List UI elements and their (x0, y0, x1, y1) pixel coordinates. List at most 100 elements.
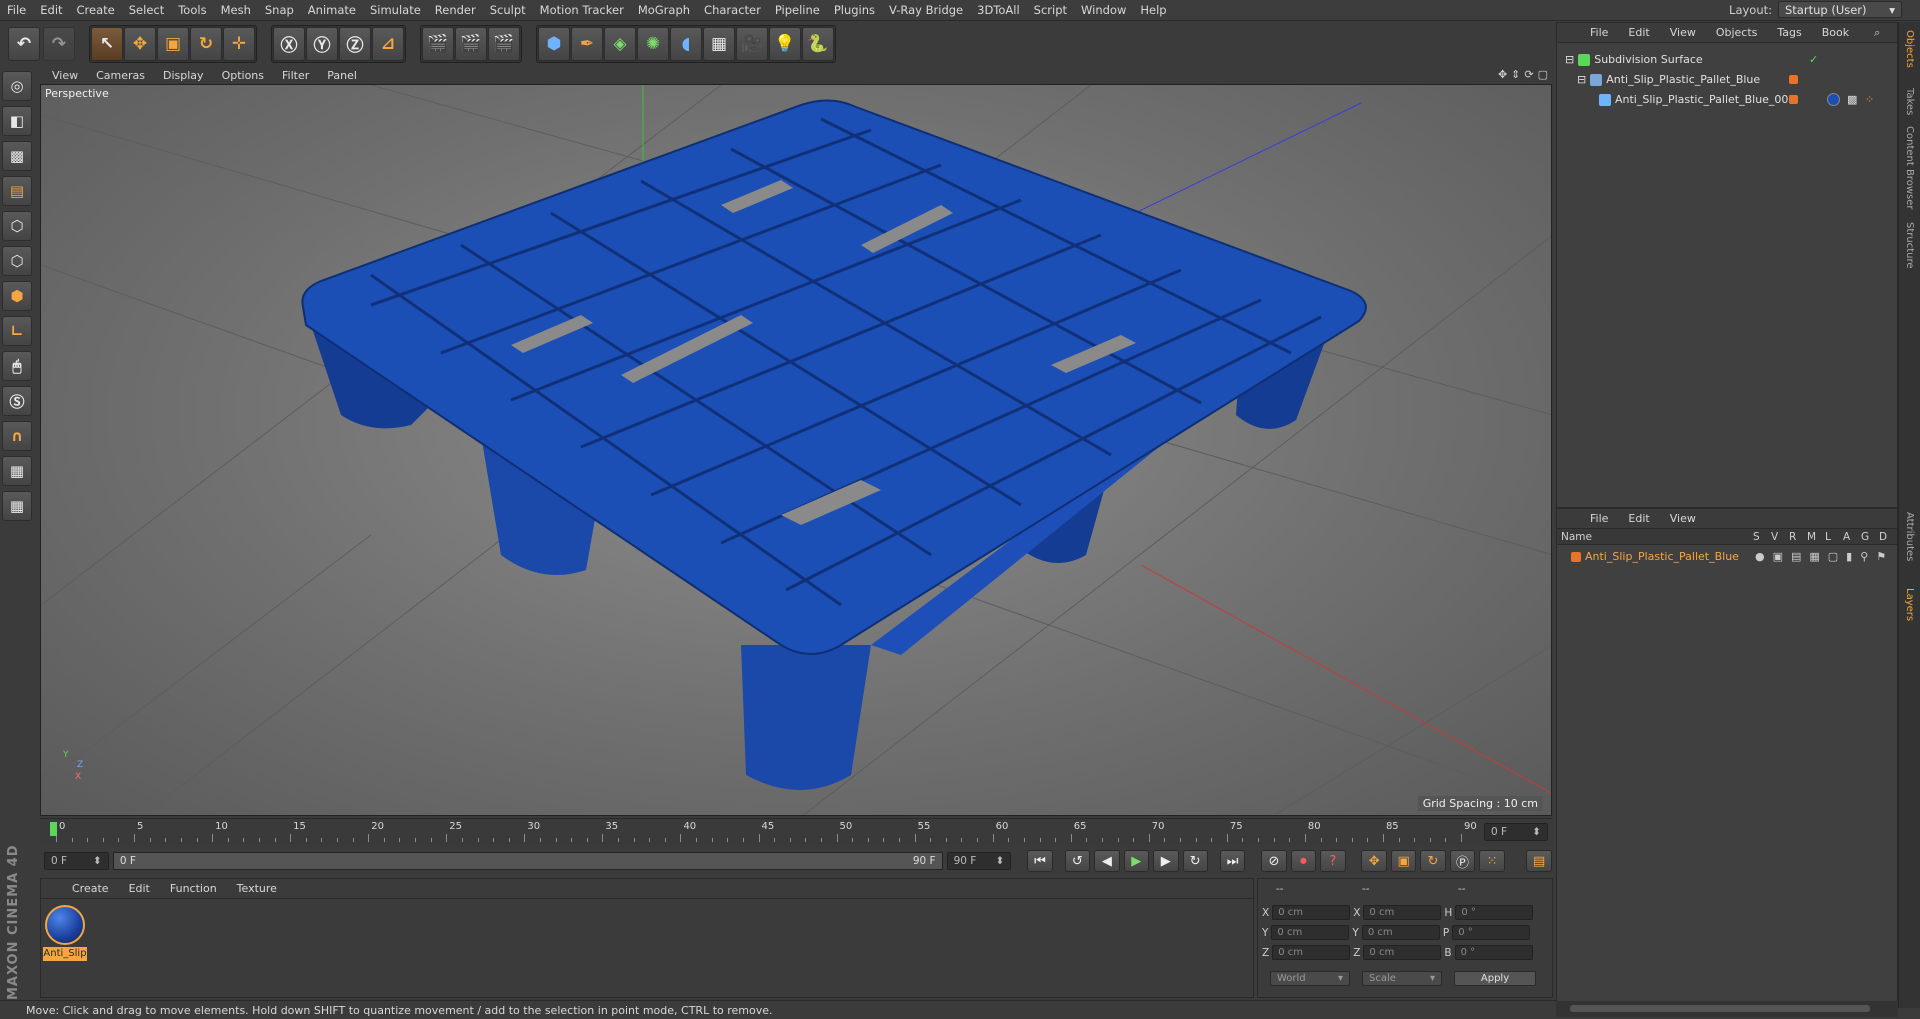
object-menu-book[interactable]: Book (1813, 26, 1858, 39)
layer-color-dot[interactable] (1789, 95, 1798, 104)
live-selection-button[interactable]: ↖ (91, 26, 123, 61)
points-mode-button[interactable]: ⬡ (2, 211, 32, 241)
previous-frame-button[interactable]: ◀ (1094, 850, 1120, 872)
object-menu-file[interactable]: File (1581, 26, 1617, 39)
side-tab-takes[interactable]: Takes (1904, 88, 1915, 115)
motion-path-button[interactable]: ⊘ (1261, 850, 1287, 872)
floor-button[interactable]: ▦ (703, 26, 735, 61)
make-editable-button[interactable]: ◎ (2, 71, 32, 101)
rotation-h-field[interactable]: 0 ° (1455, 905, 1534, 920)
menu-motion-tracker[interactable]: Motion Tracker (533, 3, 631, 17)
timeline[interactable]: 0 5 10 15 20 25 30 35 40 45 50 55 60 65 70 75 80 85 90 0 F… (40, 818, 1552, 846)
position-y-field[interactable]: 0 cm (1271, 925, 1350, 940)
cloner-button[interactable]: ✺ (637, 26, 669, 61)
texture-mode-button[interactable]: ▩ (2, 141, 32, 171)
material-preview[interactable] (45, 905, 85, 945)
rotate-tool-button[interactable]: ↻ (190, 26, 222, 61)
menu-vray-bridge[interactable]: V-Ray Bridge (882, 3, 970, 17)
zoom-icon[interactable]: ⇕ (1511, 68, 1520, 81)
pen-button[interactable]: ✒ (571, 26, 603, 61)
lock-workplane-button[interactable]: ▦ (2, 456, 32, 486)
viewport-perspective[interactable]: Perspective Y Z X Grid Spacing : 10 cm (40, 84, 1552, 816)
next-key-button[interactable]: ↻ (1182, 850, 1208, 872)
axis-mode-button[interactable]: ∟ (2, 316, 32, 346)
go-to-start-button[interactable]: ⏮ (1027, 850, 1053, 872)
menu-edit[interactable]: Edit (33, 3, 69, 17)
move-tool-button[interactable]: ✥ (124, 26, 156, 61)
undo-button[interactable]: ↶ (8, 26, 40, 61)
material-menu-edit[interactable]: Edit (120, 882, 159, 895)
menu-character[interactable]: Character (697, 3, 768, 17)
object-row-pallet[interactable]: ⊟ Anti_Slip_Plastic_Pallet_Blue (1557, 70, 1897, 89)
material-tag-icon[interactable] (1827, 93, 1840, 106)
menu-create[interactable]: Create (70, 3, 122, 17)
go-to-end-button[interactable]: ⏭ (1219, 850, 1246, 872)
timeline-playhead[interactable] (50, 822, 57, 836)
redo-button[interactable]: ↷ (43, 26, 75, 61)
render-view-button[interactable]: 🎬 (422, 26, 454, 61)
menu-window[interactable]: Window (1074, 3, 1133, 17)
menu-simulate[interactable]: Simulate (363, 3, 428, 17)
deformer-button[interactable]: ◖ (670, 26, 702, 61)
side-tab-layers[interactable]: Layers (1904, 588, 1915, 621)
planar-workplane-button[interactable]: ▦ (2, 491, 32, 521)
menu-file[interactable]: File (0, 3, 33, 17)
next-frame-button[interactable]: ▶ (1153, 850, 1179, 872)
frame-range-slider[interactable]: 0 F 90 F (112, 852, 943, 870)
object-menu-tags[interactable]: Tags (1768, 26, 1810, 39)
viewport-menu-filter[interactable]: Filter (274, 69, 317, 82)
key-scale-button[interactable]: ▣ (1390, 850, 1417, 872)
position-z-field[interactable]: 0 cm (1272, 945, 1351, 960)
snap-button[interactable]: Ⓢ (2, 386, 32, 416)
object-menu-objects[interactable]: Objects (1707, 26, 1767, 39)
pan-icon[interactable]: ✥ (1498, 68, 1507, 81)
size-y-field[interactable]: 0 cm (1361, 925, 1440, 940)
horizontal-scrollbar[interactable] (1556, 1001, 1898, 1017)
key-rotation-button[interactable]: ↻ (1420, 850, 1446, 872)
material-name[interactable]: Anti_Slip (43, 947, 87, 961)
uvw-tag-icon[interactable]: ▩ (1847, 93, 1857, 106)
rotation-p-field[interactable]: 0 ° (1452, 925, 1531, 940)
play-button[interactable]: ▶ (1123, 850, 1150, 872)
layer-color-swatch[interactable] (1571, 551, 1581, 562)
coord-mode-select[interactable]: World ▾ (1270, 971, 1350, 986)
menu-render[interactable]: Render (428, 3, 483, 17)
viewport-menu-display[interactable]: Display (155, 69, 212, 82)
menu-plugins[interactable]: Plugins (827, 3, 882, 17)
material-menu-texture[interactable]: Texture (228, 882, 286, 895)
collapse-icon[interactable]: ⊟ (1565, 53, 1574, 66)
enabled-check-icon[interactable]: ✓ (1809, 53, 1818, 66)
model-mode-button[interactable]: ◧ (2, 106, 32, 136)
end-frame-field[interactable]: 90 F ⬍ (946, 852, 1012, 870)
rotation-b-field[interactable]: 0 ° (1454, 945, 1533, 960)
size-x-field[interactable]: 0 cm (1363, 905, 1442, 920)
render-picture-viewer-button[interactable]: 🎬 (455, 26, 487, 61)
coord-type-select[interactable]: Scale ▾ (1362, 971, 1442, 986)
subdivision-button[interactable]: ◈ (604, 26, 636, 61)
previous-key-button[interactable]: ↺ (1064, 850, 1091, 872)
magnet-button[interactable]: ∩ (2, 421, 32, 451)
menu-snap[interactable]: Snap (258, 3, 301, 17)
side-tab-structure[interactable]: Structure (1904, 222, 1915, 269)
camera-button[interactable]: 🎥 (736, 26, 768, 61)
autokey-button[interactable]: ? (1320, 850, 1346, 872)
key-pla-button[interactable]: ⁙ (1479, 850, 1505, 872)
material-menu-create[interactable]: Create (63, 882, 118, 895)
x-axis-button[interactable]: Ⓧ (273, 26, 305, 61)
edges-mode-button[interactable]: ⬡ (2, 246, 32, 276)
menu-mograph[interactable]: MoGraph (631, 3, 697, 17)
viewport-menu-panel[interactable]: Panel (319, 69, 365, 82)
orbit-icon[interactable]: ⟳ (1524, 68, 1533, 81)
scrollbar-thumb[interactable] (1570, 1005, 1870, 1012)
layout-select[interactable]: Startup (User) ▾ (1778, 1, 1902, 18)
layer-toggle-icons[interactable]: ●▣▤▦▢▮⚲⚑ (1755, 550, 1894, 563)
menu-animate[interactable]: Animate (301, 3, 363, 17)
polygons-mode-button[interactable]: ⬢ (2, 281, 32, 311)
menu-script[interactable]: Script (1027, 3, 1074, 17)
transform-tool-button[interactable]: ✛ (223, 26, 255, 61)
position-x-field[interactable]: 0 cm (1272, 905, 1351, 920)
layer-row[interactable]: Anti_Slip_Plastic_Pallet_Blue ●▣▤▦▢▮⚲⚑ (1557, 547, 1897, 566)
current-frame-field[interactable]: 0 F ⬍ (1484, 823, 1548, 841)
scale-tool-button[interactable]: ▣ (157, 26, 189, 61)
menu-sculpt[interactable]: Sculpt (483, 3, 533, 17)
